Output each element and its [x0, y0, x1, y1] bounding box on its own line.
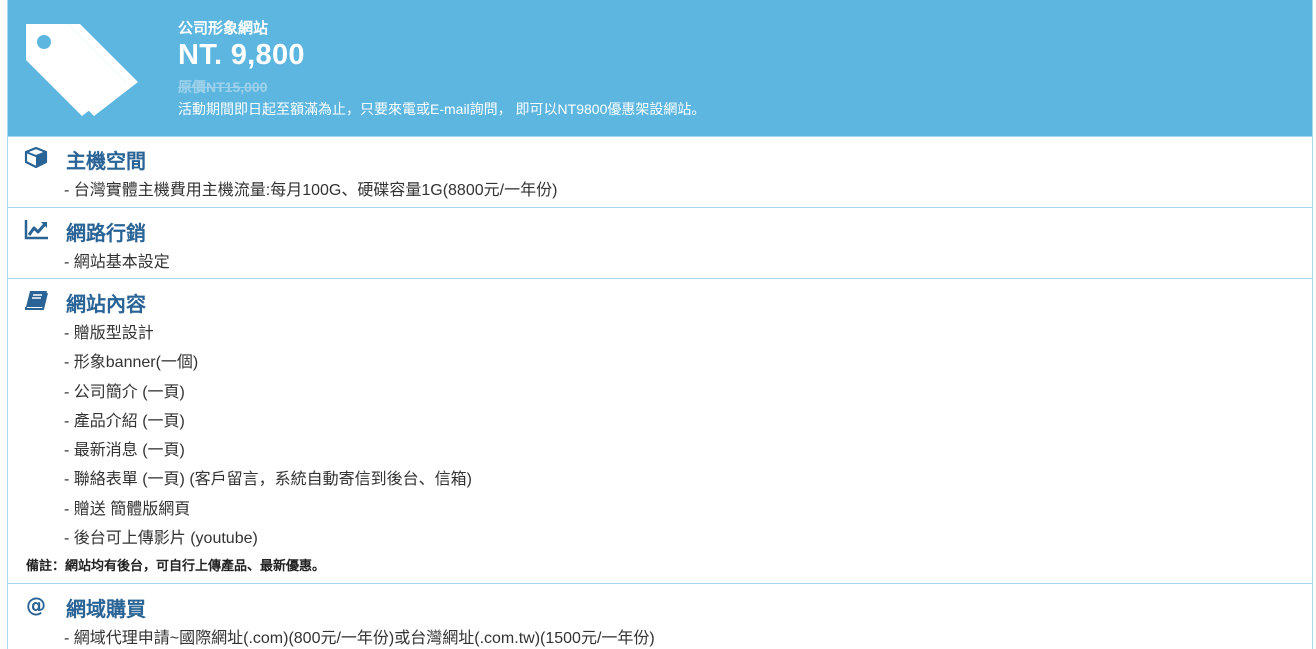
list-item: - 後台可上傳影片 (youtube): [64, 530, 258, 547]
list-item: - 網站基本設定: [64, 254, 170, 271]
at-icon: @: [26, 594, 46, 616]
pricing-header: 公司形象網站 NT. 9,800 原價NT15,000 活動期間即日起至額滿為止…: [8, 0, 1312, 136]
section-title: 網域購買: [66, 599, 146, 621]
original-price: 原價NT15,000: [178, 79, 268, 95]
section-marketing: 網路行銷 - 網站基本設定: [8, 207, 1312, 279]
section-domain: @ 網域購買 - 網域代理申請~國際網址(.com)(800元/一年份)或台灣網…: [8, 583, 1312, 649]
section-title: 網路行銷: [66, 223, 146, 245]
section-hosting: 主機空間 - 台灣實體主機費用主機流量:每月100G、硬碟容量1G(8800元/…: [8, 136, 1312, 208]
list-item: - 產品介紹 (一頁): [64, 413, 185, 430]
list-item: - 網域代理申請~國際網址(.com)(800元/一年份)或台灣網址(.com.…: [64, 630, 655, 647]
plan-price: NT. 9,800: [178, 39, 305, 71]
cube-icon: [24, 146, 48, 168]
plan-title: 公司形象網站: [178, 20, 269, 37]
list-item: - 贈送 簡體版網頁: [64, 501, 191, 518]
section-note: 備註：網站均有後台，可自行上傳產品、最新優惠。: [26, 558, 326, 573]
section-content: 網站內容 - 贈版型設計 - 形象banner(一個) - 公司簡介 (一頁) …: [8, 278, 1312, 584]
list-item: - 形象banner(一個): [64, 354, 199, 371]
chart-line-icon: [24, 220, 48, 240]
tags-icon: [26, 24, 138, 116]
section-title: 主機空間: [66, 151, 146, 173]
list-item: - 贈版型設計: [64, 325, 154, 342]
promo-text: 活動期間即日起至額滿為止，只要來電或E-mail詢問， 即可以NT9800優惠架…: [178, 101, 706, 117]
svg-text:@: @: [26, 594, 46, 616]
list-item: - 最新消息 (一頁): [64, 442, 185, 459]
pricing-card: 公司形象網站 NT. 9,800 原價NT15,000 活動期間即日起至額滿為止…: [7, 0, 1313, 649]
list-item: - 聯絡表單 (一頁) (客戶留言，系統自動寄信到後台、信箱): [64, 471, 472, 488]
section-title: 網站內容: [66, 294, 146, 316]
list-item: - 台灣實體主機費用主機流量:每月100G、硬碟容量1G(8800元/一年份): [64, 182, 558, 199]
list-item: - 公司簡介 (一頁): [64, 384, 185, 401]
book-icon: [25, 291, 48, 310]
